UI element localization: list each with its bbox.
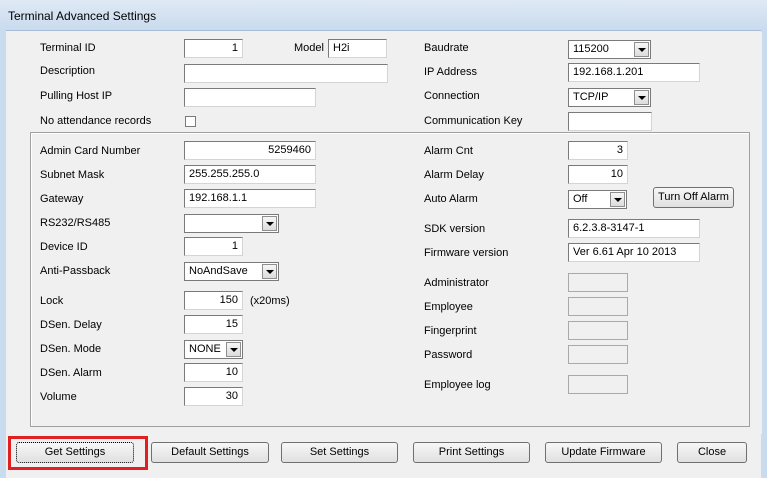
admin-card-label: Admin Card Number [40,145,141,157]
device-settings-group [30,132,750,427]
description-field[interactable] [184,64,388,83]
dsen-mode-select[interactable]: NONE [184,340,243,359]
chevron-down-icon[interactable] [634,90,649,105]
ip-address-field[interactable]: 192.168.1.201 [568,63,700,82]
alarm-cnt-label: Alarm Cnt [424,145,473,157]
update-firmware-button[interactable]: Update Firmware [545,442,662,463]
no-attendance-label: No attendance records [40,115,152,127]
subnet-mask-field[interactable]: 255.255.255.0 [184,165,316,184]
employee-count-field [568,297,628,316]
lock-field[interactable]: 150 [184,291,243,310]
title-bar: Terminal Advanced Settings [0,0,767,31]
auto-alarm-select[interactable]: Off [568,190,627,209]
get-settings-button[interactable]: Get Settings [16,442,134,463]
ip-address-label: IP Address [424,66,477,78]
default-settings-button[interactable]: Default Settings [151,442,269,463]
chevron-down-icon[interactable] [634,42,649,57]
fingerprint-label: Fingerprint [424,325,477,337]
rs232-rs485-label: RS232/RS485 [40,217,111,229]
fingerprint-count-field [568,321,628,340]
chevron-down-icon[interactable] [262,264,277,279]
print-settings-button[interactable]: Print Settings [413,442,530,463]
dsen-mode-value: NONE [189,343,221,355]
employee-log-count-field [568,375,628,394]
chevron-down-icon[interactable] [610,192,625,207]
communication-key-field[interactable] [568,112,652,131]
description-label: Description [40,65,96,77]
baudrate-label: Baudrate [424,42,469,54]
alarm-delay-label: Alarm Delay [424,169,484,181]
gateway-field[interactable]: 192.168.1.1 [184,189,316,208]
password-label: Password [424,349,473,361]
lock-label: Lock [40,295,64,307]
alarm-cnt-field[interactable]: 3 [568,141,628,160]
password-count-field [568,345,628,364]
terminal-id-label: Terminal ID [40,42,96,54]
connection-label: Connection [424,90,480,102]
employee-log-label: Employee log [424,379,491,391]
administrator-label: Administrator [424,277,489,289]
dsen-delay-field[interactable]: 15 [184,315,243,334]
window-title: Terminal Advanced Settings [8,9,157,23]
dsen-alarm-label: DSen. Alarm [40,367,102,379]
baudrate-select[interactable]: 115200 [568,40,651,59]
auto-alarm-value: Off [573,193,588,205]
model-label: Model [294,42,324,54]
baudrate-value: 115200 [573,43,609,55]
device-id-label: Device ID [40,241,88,253]
anti-passback-value: NoAndSave [189,265,248,277]
pulling-host-ip-field[interactable] [184,88,316,107]
administrator-count-field [568,273,628,292]
chevron-down-icon[interactable] [226,342,241,357]
close-button[interactable]: Close [677,442,747,463]
dsen-alarm-field[interactable]: 10 [184,363,243,382]
dsen-mode-label: DSen. Mode [40,343,102,355]
volume-field[interactable]: 30 [184,387,243,406]
communication-key-label: Communication Key [424,115,523,127]
rs232-rs485-select[interactable] [184,214,279,233]
no-attendance-checkbox[interactable] [185,116,196,127]
gateway-label: Gateway [40,193,84,205]
volume-label: Volume [40,391,77,403]
model-field[interactable]: H2i [328,39,387,58]
anti-passback-label: Anti-Passback [40,265,111,277]
subnet-mask-label: Subnet Mask [40,169,105,181]
auto-alarm-label: Auto Alarm [424,193,478,205]
terminal-id-field[interactable]: 1 [184,39,243,58]
connection-value: TCP/IP [573,91,609,103]
pulling-host-ip-label: Pulling Host IP [40,90,113,102]
alarm-delay-field[interactable]: 10 [568,165,628,184]
connection-select[interactable]: TCP/IP [568,88,651,107]
turn-off-alarm-button[interactable]: Turn Off Alarm [653,187,734,208]
firmware-version-field[interactable]: Ver 6.61 Apr 10 2013 [568,243,700,262]
employee-label: Employee [424,301,473,313]
sdk-version-field[interactable]: 6.2.3.8-3147-1 [568,219,700,238]
lock-unit-label: (x20ms) [250,295,290,307]
admin-card-field[interactable]: 5259460 [184,141,316,160]
chevron-down-icon[interactable] [262,216,277,231]
dsen-delay-label: DSen. Delay [40,319,102,331]
sdk-version-label: SDK version [424,223,486,235]
anti-passback-select[interactable]: NoAndSave [184,262,279,281]
device-id-field[interactable]: 1 [184,237,243,256]
firmware-version-label: Firmware version [424,247,509,259]
set-settings-button[interactable]: Set Settings [281,442,398,463]
